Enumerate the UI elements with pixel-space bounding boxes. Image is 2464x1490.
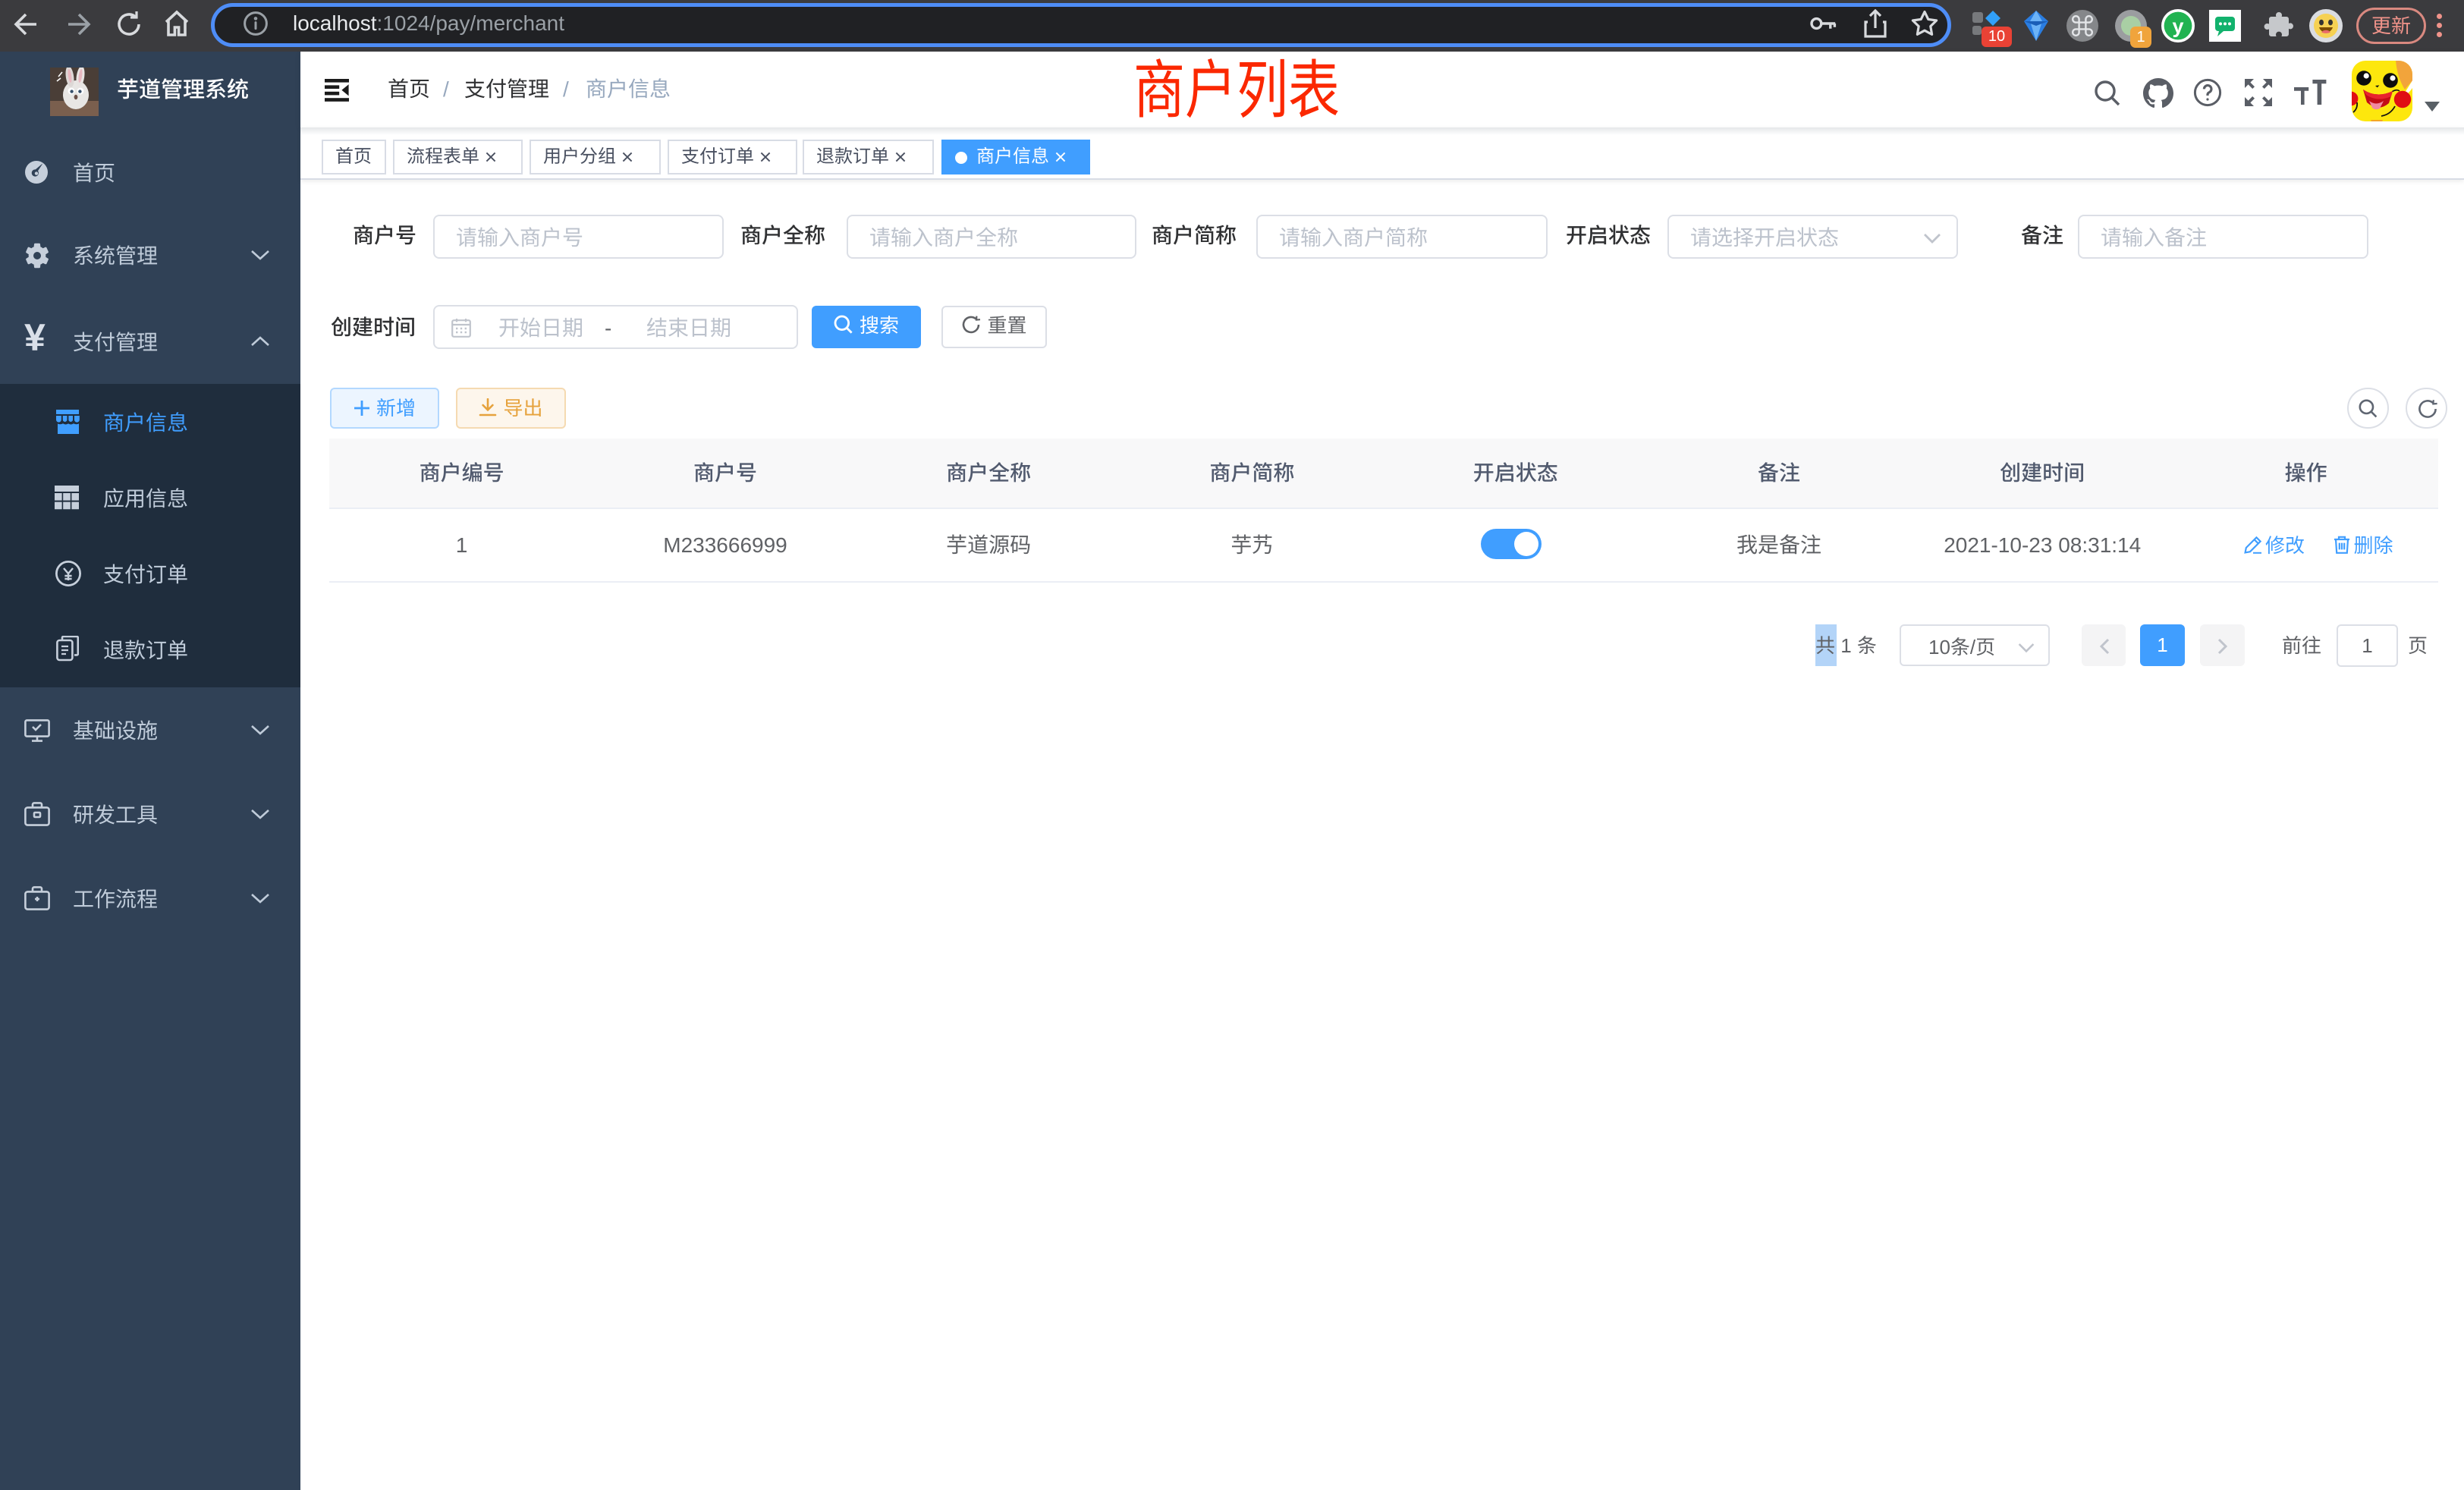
svg-text:商户列表: 商户列表 — [1133, 56, 1340, 123]
svg-text:y: y — [2172, 15, 2183, 38]
